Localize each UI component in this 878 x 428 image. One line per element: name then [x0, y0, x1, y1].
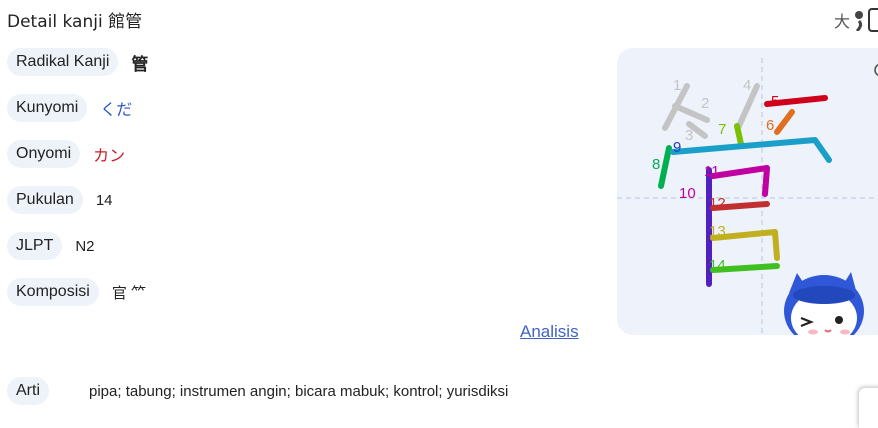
stroke-number: 8 — [652, 156, 660, 173]
detail-row-radical: Radikal Kanji 管 — [7, 48, 148, 76]
mascot-icon — [784, 272, 864, 335]
stroke-order-panel[interactable]: 1 2 3 4 5 6 7 8 9 10 11 12 13 14 — [617, 48, 878, 335]
stroke-number: 9 — [673, 139, 681, 156]
detail-label: Pukulan — [7, 186, 83, 214]
font-size-icon[interactable]: 大 — [834, 8, 850, 32]
stroke-number: 2 — [701, 95, 709, 112]
panel-toggle-icon[interactable] — [868, 8, 878, 32]
stroke-8 — [658, 145, 672, 189]
detail-label: Kunyomi — [7, 94, 88, 122]
detail-value: 14 — [95, 191, 113, 209]
meaning-value: pipa; tabung; instrumen angin; bicara ma… — [89, 382, 509, 400]
stroke-number: 14 — [709, 257, 726, 274]
stroke-number: 13 — [709, 223, 726, 240]
stroke-number: 12 — [709, 195, 726, 212]
detail-label: Radikal Kanji — [7, 48, 119, 76]
detail-row-composition: Komposisi 官 ⺮ — [7, 278, 146, 306]
detail-label: JLPT — [7, 232, 63, 260]
detail-row-jlpt: JLPT N2 — [7, 232, 95, 260]
stroke-number: 5 — [771, 93, 779, 110]
detail-row-onyomi: Onyomi カン — [7, 140, 125, 168]
detail-label: Komposisi — [7, 278, 99, 306]
stroke-number: 6 — [766, 117, 774, 134]
stroke-11 — [710, 165, 770, 197]
stroke-number: 3 — [685, 127, 693, 144]
stroke-9 — [670, 137, 832, 163]
detail-value: 管 — [131, 54, 149, 74]
meaning-row: Arti pipa; tabung; instrumen angin; bica… — [7, 377, 508, 405]
stroke-7 — [734, 123, 744, 147]
detail-row-strokes: Pukulan 14 — [7, 186, 113, 214]
stroke-6 — [774, 109, 795, 135]
stroke-order-diagram: 1 2 3 4 5 6 7 8 9 10 11 12 13 14 — [617, 58, 878, 335]
detail-value[interactable]: カン — [93, 142, 125, 166]
detail-row-kunyomi: Kunyomi くだ — [7, 94, 132, 122]
comma-icon — [855, 11, 864, 31]
stroke-number: 11 — [704, 163, 720, 180]
header-icons: 大 — [834, 8, 878, 32]
detail-value: N2 — [75, 237, 95, 255]
page-title: Detail kanji 館管 — [7, 12, 143, 32]
stroke-number: 4 — [743, 77, 751, 94]
detail-value[interactable]: 官 ⺮ — [112, 282, 146, 303]
detail-label: Onyomi — [7, 140, 81, 168]
detail-value[interactable]: くだ — [100, 96, 132, 120]
stroke-number: 10 — [679, 185, 696, 202]
analysis-link[interactable]: Analisis — [520, 322, 579, 342]
corner-widget[interactable] — [859, 388, 878, 428]
meaning-label: Arti — [7, 377, 49, 405]
stroke-number: 7 — [718, 121, 726, 138]
stroke-number: 1 — [673, 77, 681, 94]
